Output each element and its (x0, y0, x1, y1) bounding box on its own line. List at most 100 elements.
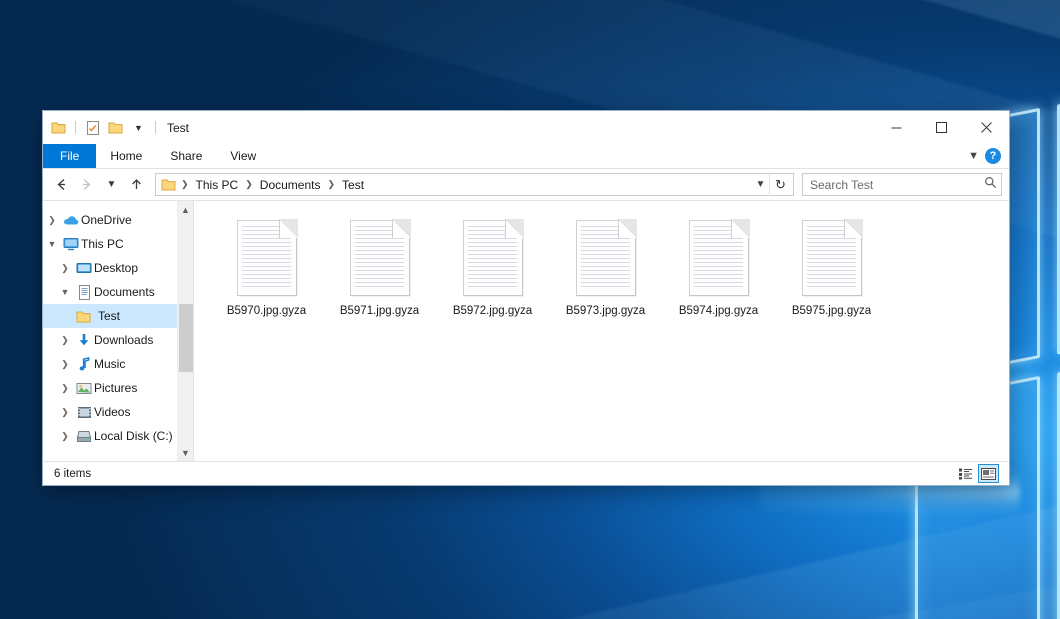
view-toggle-buttons (955, 464, 1003, 483)
scroll-down-arrow-icon[interactable]: ▼ (178, 444, 194, 461)
close-button[interactable] (964, 111, 1009, 144)
sidebar-item-label: Local Disk (C:) (94, 429, 173, 443)
tab-file[interactable]: File (43, 144, 96, 168)
folder-icon (73, 310, 93, 323)
generic-document-icon (573, 217, 639, 299)
sidebar-item-music[interactable]: ❯ Music (43, 352, 193, 376)
downloads-arrow-icon (74, 333, 94, 348)
search-input[interactable] (810, 178, 984, 192)
file-item[interactable]: B5972.jpg.gyza (436, 215, 549, 333)
chevron-down-icon[interactable]: ▼ (56, 287, 74, 297)
explorer-body: ❯ OneDrive ▼ (43, 200, 1009, 461)
large-icons-view-button[interactable] (978, 464, 999, 483)
file-name: B5974.jpg.gyza (679, 305, 758, 317)
chevron-right-icon[interactable]: ❯ (56, 359, 74, 370)
sidebar-item-this-pc[interactable]: ▼ This PC (43, 232, 193, 256)
generic-document-icon (799, 217, 865, 299)
sidebar-item-test[interactable]: Test (43, 304, 193, 328)
quick-access-toolbar: ▼ (50, 119, 158, 136)
expand-ribbon-chevron-icon[interactable]: ▼ (968, 150, 979, 162)
chevron-down-icon[interactable]: ▼ (43, 239, 61, 249)
documents-icon (74, 285, 94, 300)
breadcrumb-item-documents[interactable]: Documents (255, 177, 326, 193)
search-icon[interactable] (984, 176, 997, 194)
onedrive-cloud-icon (61, 214, 81, 226)
recent-locations-chevron-icon[interactable]: ▼ (100, 173, 123, 196)
chevron-right-icon[interactable]: ❯ (56, 431, 74, 442)
desktop-background: ▼ Test File Home Share View (0, 0, 1060, 619)
sidebar-item-pictures[interactable]: ❯ Pictures (43, 376, 193, 400)
up-button[interactable] (125, 173, 148, 196)
tab-home[interactable]: Home (96, 144, 156, 168)
file-item[interactable]: B5975.jpg.gyza (775, 215, 888, 333)
chevron-right-icon[interactable]: ❯ (56, 383, 74, 394)
sidebar-item-videos[interactable]: ❯ (43, 400, 193, 424)
properties-icon[interactable] (84, 119, 101, 136)
toolbar-divider (75, 121, 76, 134)
tab-view[interactable]: View (216, 144, 270, 168)
chevron-right-icon[interactable]: ❯ (56, 407, 74, 418)
sidebar-item-label: Videos (94, 405, 130, 419)
sidebar-item-label: This PC (81, 237, 124, 251)
breadcrumb-item-this-pc[interactable]: This PC (191, 177, 244, 193)
chevron-right-icon[interactable]: ❯ (56, 335, 74, 346)
scroll-up-arrow-icon[interactable]: ▲ (178, 201, 194, 218)
file-name: B5973.jpg.gyza (566, 305, 645, 317)
help-icon[interactable]: ? (985, 148, 1001, 164)
title-bar: ▼ Test (43, 111, 1009, 144)
file-item[interactable]: B5971.jpg.gyza (323, 215, 436, 333)
breadcrumb-separator: ❯ (180, 179, 190, 190)
generic-document-icon (234, 217, 300, 299)
generic-document-icon (347, 217, 413, 299)
file-item[interactable]: B5973.jpg.gyza (549, 215, 662, 333)
disk-drive-icon (74, 430, 94, 443)
minimize-button[interactable] (874, 111, 919, 144)
folder-tree: ❯ OneDrive ▼ (43, 201, 193, 461)
file-name: B5970.jpg.gyza (227, 305, 306, 317)
maximize-button[interactable] (919, 111, 964, 144)
sidebar-item-label: OneDrive (81, 213, 132, 227)
address-bar[interactable]: ❯ This PC ❯ Documents ❯ Test ▼ ↻ (155, 173, 794, 196)
music-note-icon (74, 357, 94, 372)
breadcrumb-separator: ❯ (244, 179, 254, 190)
forward-button (75, 173, 98, 196)
file-name: B5972.jpg.gyza (453, 305, 532, 317)
sidebar-item-label: Pictures (94, 381, 137, 395)
details-view-button[interactable] (955, 464, 976, 483)
sidebar-item-label: Downloads (94, 333, 153, 347)
generic-document-icon (686, 217, 752, 299)
sidebar-scrollbar[interactable]: ▲ ▼ (177, 201, 193, 461)
tab-share[interactable]: Share (156, 144, 216, 168)
file-list-view[interactable]: B5970.jpg.gyza B5971.jpg.gyza (194, 201, 1009, 461)
file-item[interactable]: B5974.jpg.gyza (662, 215, 775, 333)
breadcrumb: ❯ This PC ❯ Documents ❯ Test (160, 176, 752, 193)
sidebar-item-label: Music (94, 357, 125, 371)
chevron-right-icon[interactable]: ❯ (56, 263, 74, 274)
search-box[interactable] (802, 173, 1002, 196)
breadcrumb-item-test[interactable]: Test (337, 177, 369, 193)
address-bar-row: ▼ ❯ This PC ❯ Documents ❯ Test (43, 169, 1009, 200)
sidebar-item-desktop[interactable]: ❯ Desktop (43, 256, 193, 280)
file-name: B5971.jpg.gyza (340, 305, 419, 317)
sidebar-item-documents[interactable]: ▼ Documents (43, 280, 193, 304)
back-button[interactable] (50, 173, 73, 196)
sidebar-item-label: Test (98, 309, 120, 323)
folder-icon[interactable] (50, 119, 67, 136)
address-dropdown-chevron-icon[interactable]: ▼ (752, 179, 769, 190)
status-bar: 6 items (43, 461, 1009, 485)
ribbon-tabs: File Home Share View ▼ ? (43, 144, 1009, 169)
navigation-pane: ❯ OneDrive ▼ (43, 201, 193, 461)
sidebar-item-downloads[interactable]: ❯ Downloads (43, 328, 193, 352)
refresh-button[interactable]: ↻ (769, 173, 791, 196)
scrollbar-track[interactable] (178, 218, 194, 444)
sidebar-item-onedrive[interactable]: ❯ OneDrive (43, 208, 193, 232)
chevron-right-icon[interactable]: ❯ (43, 215, 61, 226)
new-folder-icon[interactable] (107, 119, 124, 136)
scrollbar-thumb[interactable] (179, 304, 193, 372)
sidebar-item-local-disk-c[interactable]: ❯ Local Disk (C:) (43, 424, 193, 448)
file-explorer-window: ▼ Test File Home Share View (42, 110, 1010, 486)
ribbon-right-controls: ▼ ? (968, 144, 1009, 168)
breadcrumb-folder-icon[interactable] (160, 176, 177, 193)
chevron-down-icon[interactable]: ▼ (130, 119, 147, 136)
file-item[interactable]: B5970.jpg.gyza (210, 215, 323, 333)
